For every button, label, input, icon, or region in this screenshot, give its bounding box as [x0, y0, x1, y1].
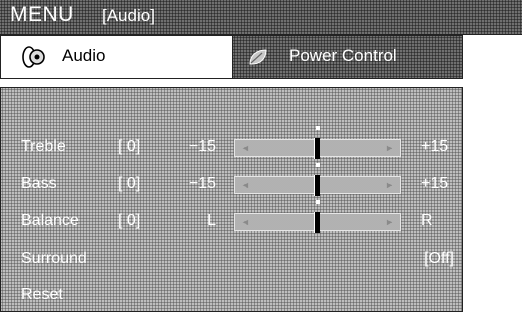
treble-slider[interactable]: ◄ ► — [234, 126, 401, 159]
leaf-icon — [247, 47, 269, 72]
balance-label: Balance — [21, 212, 79, 229]
balance-value: [ 0] — [118, 212, 141, 229]
surround-label: Surround — [21, 250, 87, 267]
balance-row[interactable]: Balance [ 0] L ◄ ► R — [1, 200, 464, 238]
slider-right-arrow-icon: ► — [385, 143, 394, 153]
slider-left-arrow-icon: ◄ — [241, 217, 250, 227]
balance-min-label: L — [207, 212, 216, 229]
tab-power-control[interactable]: Power Control — [233, 36, 462, 78]
slider-left-arrow-icon: ◄ — [241, 180, 250, 190]
tab-audio-label: Audio — [62, 46, 106, 65]
bass-min-label: −15 — [188, 175, 216, 192]
bass-max-label: +15 — [421, 175, 449, 192]
bass-row[interactable]: Bass [ 0] −15 ◄ ► +15 — [1, 163, 464, 201]
balance-center-marker — [316, 200, 320, 204]
slider-right-arrow-icon: ► — [385, 217, 394, 227]
balance-slider[interactable]: ◄ ► — [234, 200, 401, 233]
tab-bar: Audio Power Control — [0, 35, 463, 79]
menu-title: MENU — [10, 3, 74, 26]
surround-value: [Off] — [424, 250, 454, 267]
balance-max-label: R — [421, 212, 433, 229]
balance-slider-handle[interactable] — [314, 212, 320, 233]
reset-row[interactable]: Reset — [1, 282, 464, 312]
treble-slider-handle[interactable] — [314, 138, 320, 159]
audio-settings-panel: Treble [ 0] −15 ◄ ► +15 Bass [ 0] −15 ◄ … — [0, 87, 463, 312]
title-bar: MENU [Audio] — [0, 0, 522, 35]
bass-slider-handle[interactable] — [314, 175, 320, 196]
bass-slider[interactable]: ◄ ► — [234, 163, 401, 196]
bass-center-marker — [316, 163, 320, 167]
treble-center-marker — [316, 126, 320, 130]
treble-row[interactable]: Treble [ 0] −15 ◄ ► +15 — [1, 126, 464, 164]
slider-left-arrow-icon: ◄ — [241, 143, 250, 153]
reset-label: Reset — [21, 286, 63, 303]
menu-section: [Audio] — [102, 6, 155, 25]
bass-value: [ 0] — [118, 175, 141, 192]
tab-audio[interactable]: Audio — [1, 36, 233, 78]
treble-label: Treble — [21, 138, 66, 155]
slider-right-arrow-icon: ► — [385, 180, 394, 190]
speaker-icon — [20, 44, 48, 75]
tab-power-control-label: Power Control — [289, 46, 397, 65]
treble-value: [ 0] — [118, 138, 141, 155]
bass-label: Bass — [21, 175, 57, 192]
treble-min-label: −15 — [188, 138, 216, 155]
surround-row[interactable]: Surround [Off] — [1, 246, 464, 276]
treble-max-label: +15 — [421, 138, 449, 155]
